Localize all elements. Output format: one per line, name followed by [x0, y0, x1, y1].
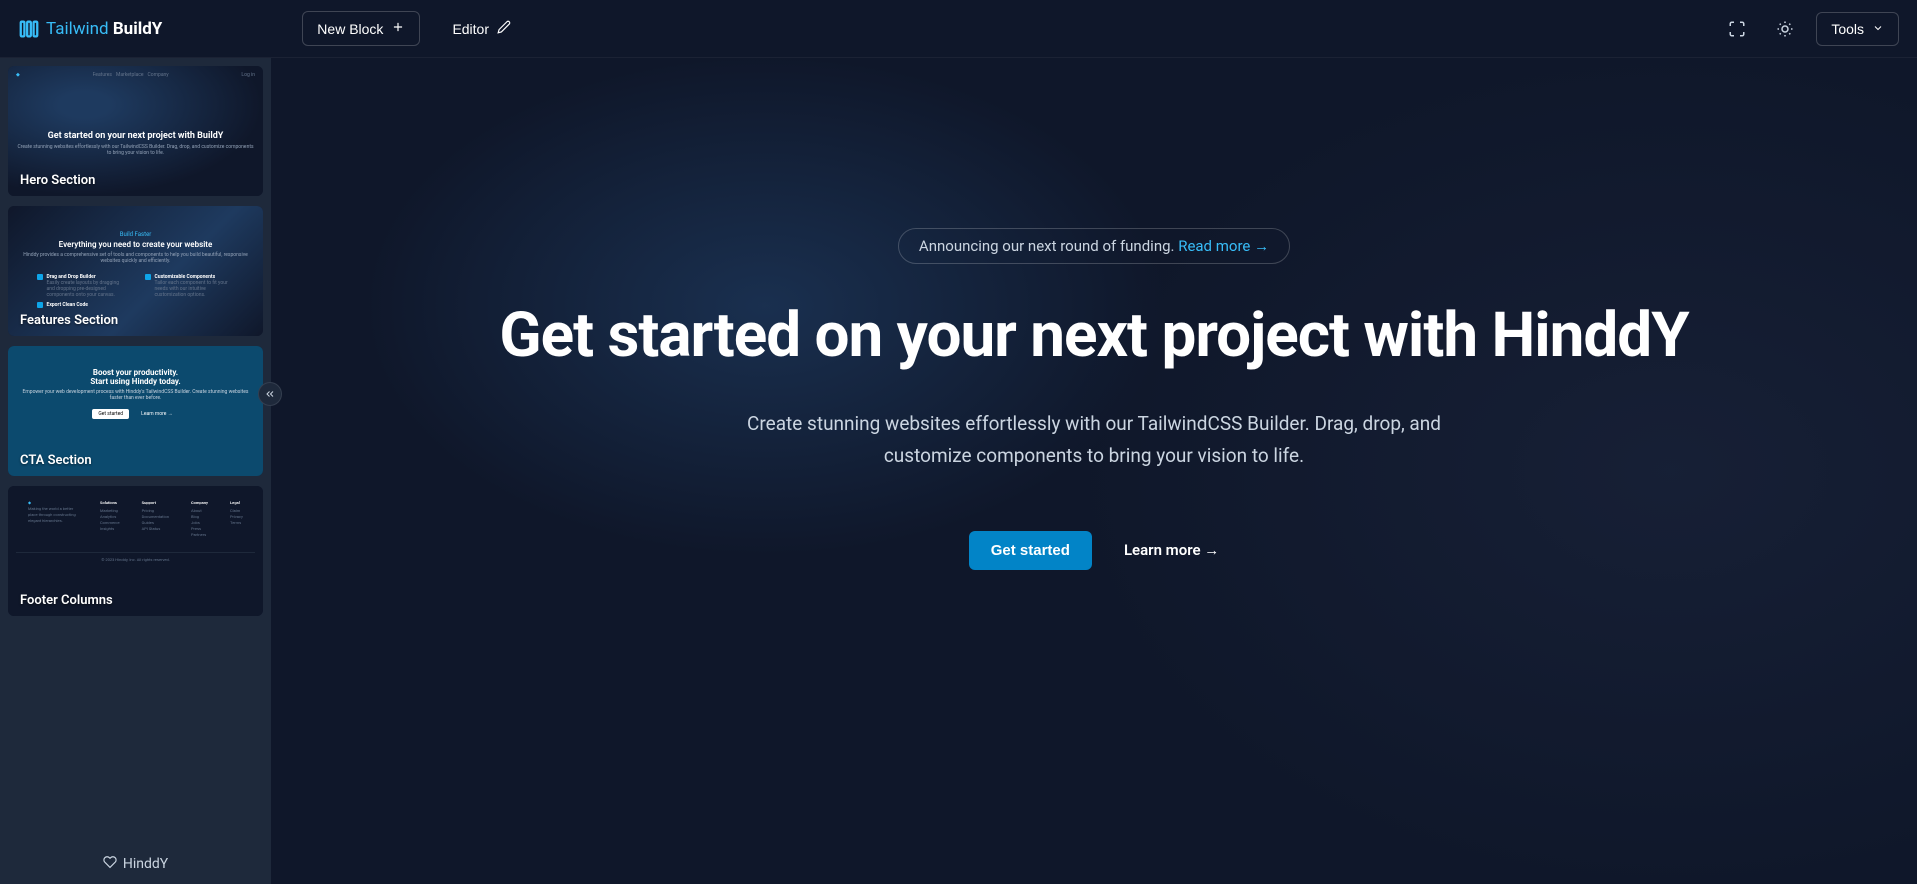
- tools-button[interactable]: Tools: [1816, 12, 1899, 46]
- main: ◆ FeaturesMarketplaceCompany Log in Get …: [0, 58, 1917, 884]
- thumb-nav: ◆ FeaturesMarketplaceCompany Log in: [8, 72, 263, 78]
- chevron-down-icon: [1872, 21, 1884, 37]
- announcement-link[interactable]: Read more →: [1178, 237, 1269, 255]
- editor-button[interactable]: Editor: [438, 12, 525, 45]
- header: Tailwind BuildY New Block Editor Tools: [0, 0, 1917, 58]
- sidebar: ◆ FeaturesMarketplaceCompany Log in Get …: [0, 58, 271, 884]
- canvas: Announcing our next round of funding. Re…: [271, 58, 1917, 884]
- new-block-label: New Block: [317, 21, 383, 37]
- fullscreen-button[interactable]: [1720, 12, 1754, 46]
- announcement-badge: Announcing our next round of funding. Re…: [898, 228, 1290, 264]
- heart-icon: [103, 855, 117, 873]
- block-cta-section[interactable]: Boost your productivity. Start using Hin…: [8, 346, 263, 476]
- plus-icon: [391, 20, 405, 37]
- logo[interactable]: Tailwind BuildY: [18, 18, 162, 40]
- thumb-title: Get started on your next project with Bu…: [48, 131, 224, 142]
- collapse-sidebar-button[interactable]: [258, 382, 282, 406]
- hero-title: Get started on your next project with Hi…: [499, 302, 1688, 370]
- block-footer-columns[interactable]: ◆Making the world a better place through…: [8, 486, 263, 616]
- learn-more-button[interactable]: Learn more →: [1124, 541, 1219, 559]
- block-hero-section[interactable]: ◆ FeaturesMarketplaceCompany Log in Get …: [8, 66, 263, 196]
- get-started-button[interactable]: Get started: [969, 531, 1092, 570]
- block-features-section[interactable]: Build Faster Everything you need to crea…: [8, 206, 263, 336]
- theme-toggle-button[interactable]: [1768, 12, 1802, 46]
- editor-label: Editor: [452, 21, 489, 37]
- header-right: Tools: [1720, 12, 1899, 46]
- announcement-text: Announcing our next round of funding.: [919, 237, 1178, 255]
- header-buttons: New Block Editor: [302, 11, 525, 46]
- sidebar-footer-label: HinddY: [123, 856, 168, 872]
- block-label: Hero Section: [20, 173, 95, 188]
- sidebar-footer[interactable]: HinddY: [0, 844, 271, 884]
- logo-text: Tailwind BuildY: [46, 19, 162, 39]
- block-label: Footer Columns: [20, 593, 113, 608]
- new-block-button[interactable]: New Block: [302, 11, 420, 46]
- tools-label: Tools: [1831, 21, 1864, 37]
- hero-buttons: Get started Learn more →: [969, 531, 1220, 570]
- block-label: CTA Section: [20, 453, 92, 468]
- logo-icon: [18, 18, 40, 40]
- block-label: Features Section: [20, 313, 118, 328]
- thumb-sub: Create stunning websites effortlessly wi…: [16, 144, 255, 156]
- pencil-icon: [497, 20, 511, 37]
- hero-description: Create stunning websites effortlessly wi…: [734, 408, 1454, 473]
